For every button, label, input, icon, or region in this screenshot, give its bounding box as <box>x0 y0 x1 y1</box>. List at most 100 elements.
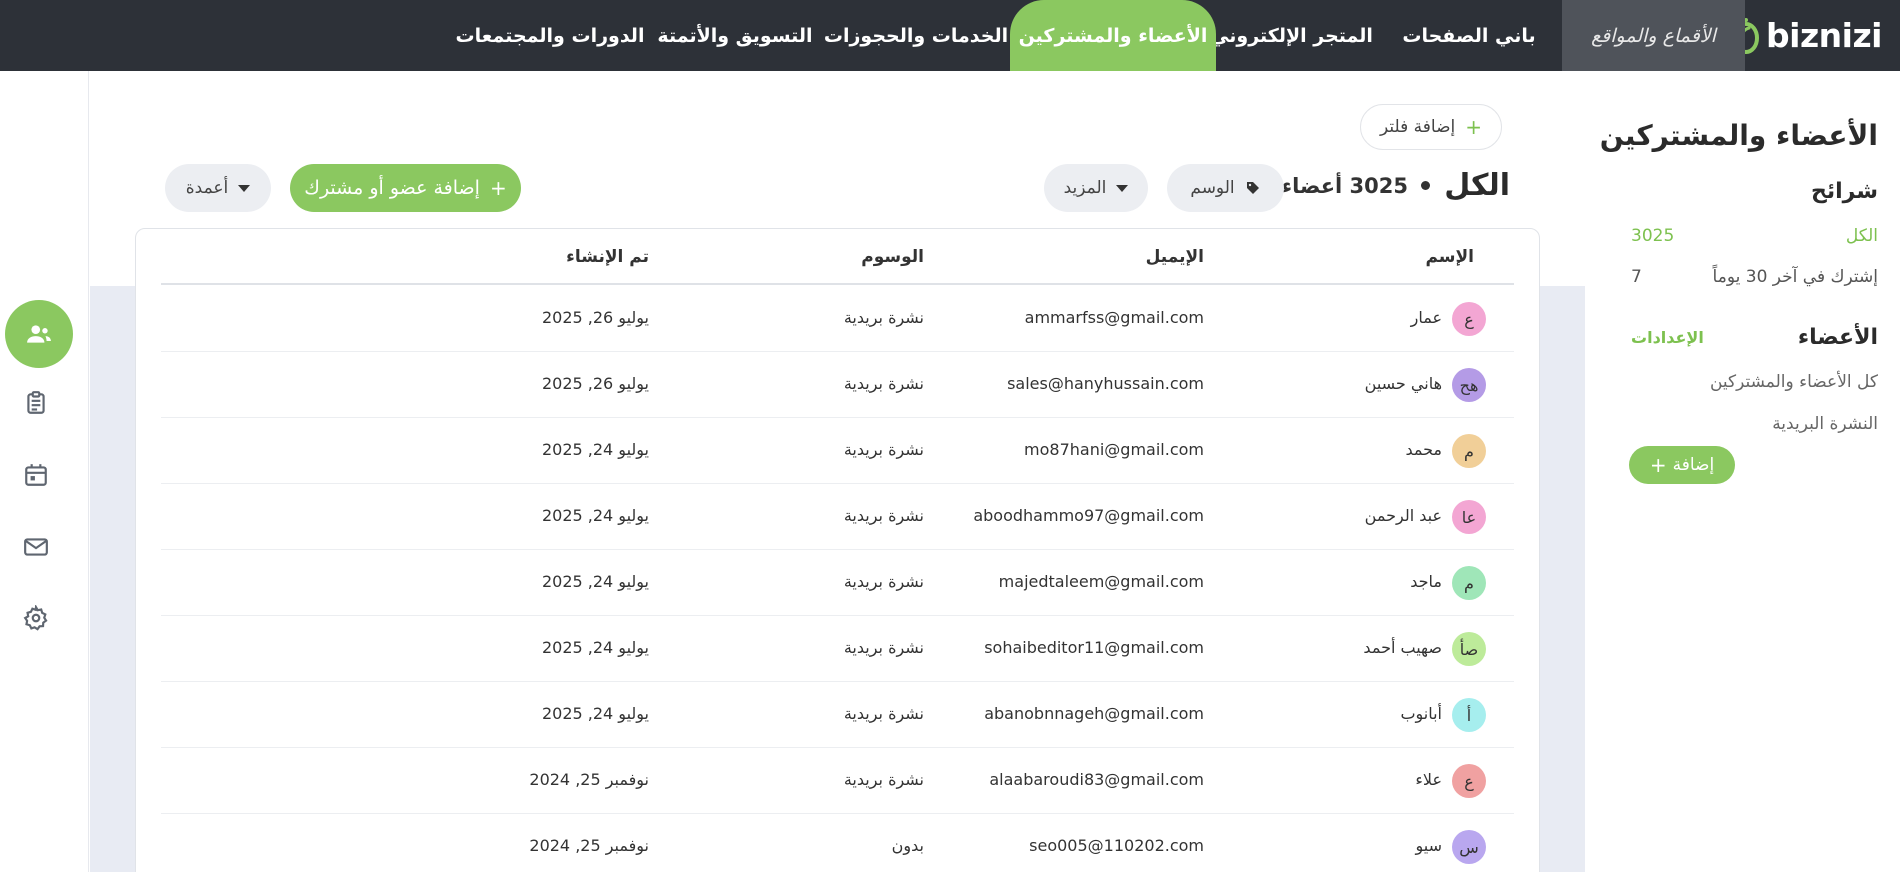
member-created: يوليو 24, 2025 <box>541 704 649 723</box>
table-header: الإسم الإيميل الوسوم تم الإنشاء <box>161 229 1514 285</box>
plus-icon: + <box>1465 115 1483 139</box>
member-name[interactable]: علاء <box>1415 770 1442 789</box>
column-header-tags[interactable]: الوسوم <box>861 247 924 267</box>
members-sidebar: الأعضاء والمشتركين شرائح الكل 3025 إشترك… <box>1585 71 1900 872</box>
member-email: sales@hanyhussain.com <box>1007 374 1204 393</box>
member-tag: نشرة بريدية <box>843 770 924 789</box>
more-dropdown[interactable]: المزيد <box>1044 164 1148 212</box>
member-name[interactable]: محمد <box>1405 440 1442 459</box>
table-row[interactable]: ع علاء alaabaroudi83@gmail.com نشرة بريد… <box>161 748 1514 814</box>
icon-rail <box>0 71 89 872</box>
member-name[interactable]: صهيب أحمد <box>1363 638 1442 657</box>
member-created: نوفمبر 25, 2024 <box>529 770 649 789</box>
member-created: يوليو 24, 2025 <box>541 440 649 459</box>
plus-icon: + <box>1649 453 1667 477</box>
columns-dropdown[interactable]: أعمدة <box>165 164 271 212</box>
tag-filter-label: الوسم <box>1190 178 1235 198</box>
members-settings-link[interactable]: الإعدادات <box>1631 328 1704 347</box>
table-row[interactable]: م ماجد majedtaleem@gmail.com نشرة بريدية… <box>161 550 1514 616</box>
top-navigation: biznizi الأقماع والمواقع باني الصفحات ال… <box>0 0 1900 71</box>
table-row[interactable]: أ أبانوب abanobnnageh@gmail.com نشرة بري… <box>161 682 1514 748</box>
chevron-down-icon <box>238 184 251 192</box>
nav-ecommerce[interactable]: المتجر الإلكتروني <box>1207 0 1376 71</box>
columns-label: أعمدة <box>185 178 229 198</box>
nav-label: الأقماع والمواقع <box>1591 24 1716 47</box>
add-filter-button[interactable]: + إضافة فلتر <box>1360 104 1502 150</box>
table-row[interactable]: م محمد mo87hani@gmail.com نشرة بريدية يو… <box>161 418 1514 484</box>
nav-label: الأعضاء والمشتركين <box>1018 24 1208 47</box>
separator-dot <box>1421 181 1431 190</box>
nav-label: التسويق والأتمتة <box>657 24 813 47</box>
nav-label: باني الصفحات <box>1402 24 1536 47</box>
members-icon[interactable] <box>5 300 73 368</box>
nav-courses-communities[interactable]: الدورات والمجتمعات <box>452 0 648 71</box>
member-name[interactable]: سيو <box>1416 836 1443 855</box>
members-table: الإسم الإيميل الوسوم تم الإنشاء ع عمار a… <box>135 228 1540 872</box>
member-tag: نشرة بريدية <box>843 638 924 657</box>
column-header-created[interactable]: تم الإنشاء <box>566 247 649 267</box>
avatar: م <box>1452 434 1486 468</box>
table-row[interactable]: عا عبد الرحمن aboodhammo97@gmail.com نشر… <box>161 484 1514 550</box>
member-email: sohaibeditor11@gmail.com <box>984 638 1204 657</box>
plus-icon: + <box>489 176 507 200</box>
column-header-email[interactable]: الإيميل <box>1146 247 1204 267</box>
avatar: صأ <box>1452 632 1486 666</box>
avatar: هح <box>1452 368 1486 402</box>
segment-count: 3025 <box>1631 226 1675 246</box>
member-email: alaabaroudi83@gmail.com <box>989 770 1204 789</box>
member-tag: نشرة بريدية <box>843 704 924 723</box>
member-name[interactable]: أبانوب <box>1400 704 1442 723</box>
member-email: seo005@110202.com <box>1029 836 1204 855</box>
table-row[interactable]: صأ صهيب أحمد sohaibeditor11@gmail.com نش… <box>161 616 1514 682</box>
nav-services-bookings[interactable]: الخدمات والحجوزات <box>822 0 1010 71</box>
link-newsletter[interactable]: النشرة البريدية <box>1772 414 1878 434</box>
add-button-label: إضافة <box>1672 455 1715 475</box>
add-member-label: إضافة عضو أو مشترك <box>304 177 480 199</box>
segment-all[interactable]: الكل 3025 <box>1631 222 1878 250</box>
gear-icon[interactable] <box>16 598 56 638</box>
add-filter-label: إضافة فلتر <box>1380 117 1456 137</box>
member-tag: نشرة بريدية <box>843 572 924 591</box>
member-name[interactable]: عبد الرحمن <box>1365 506 1442 525</box>
avatar: أ <box>1452 698 1486 732</box>
member-created: يوليو 24, 2025 <box>541 638 649 657</box>
view-title: الكل <box>1421 168 1510 203</box>
member-name[interactable]: هاني حسين <box>1365 374 1442 393</box>
table-row[interactable]: س سيو seo005@110202.com بدون نوفمبر 25, … <box>161 814 1514 872</box>
calendar-icon[interactable] <box>16 455 56 495</box>
link-all-members[interactable]: كل الأعضاء والمشتركين <box>1710 372 1878 392</box>
segments-heading: شرائح <box>1811 179 1878 204</box>
member-tag: نشرة بريدية <box>843 308 924 327</box>
member-name[interactable]: عمار <box>1411 308 1442 327</box>
sidebar-title: الأعضاء والمشتركين <box>1599 119 1878 152</box>
member-created: يوليو 24, 2025 <box>541 572 649 591</box>
member-email: majedtaleem@gmail.com <box>998 572 1204 591</box>
member-name[interactable]: ماجد <box>1410 572 1442 591</box>
avatar: ع <box>1452 302 1486 336</box>
tag-filter-button[interactable]: الوسم <box>1167 164 1284 212</box>
segment-count: 7 <box>1631 267 1642 287</box>
member-tag: نشرة بريدية <box>843 374 924 393</box>
members-heading: الأعضاء <box>1797 325 1878 350</box>
brand-logo[interactable]: biznizi <box>1732 0 1882 71</box>
add-list-button[interactable]: إضافة + <box>1629 446 1735 484</box>
nav-members-subscribers[interactable]: الأعضاء والمشتركين <box>1010 0 1216 71</box>
segment-label: إشترك في آخر 30 يوماً <box>1712 267 1878 287</box>
member-tag: نشرة بريدية <box>843 506 924 525</box>
nav-funnels-sites[interactable]: الأقماع والمواقع <box>1562 0 1745 71</box>
table-row[interactable]: ع عمار ammarfss@gmail.com نشرة بريدية يو… <box>161 286 1514 352</box>
add-member-button[interactable]: + إضافة عضو أو مشترك <box>290 164 521 212</box>
column-header-name[interactable]: الإسم <box>1425 247 1474 267</box>
segment-last-30-days[interactable]: إشترك في آخر 30 يوماً 7 <box>1631 263 1878 291</box>
clipboard-icon[interactable] <box>16 383 56 423</box>
member-tag: نشرة بريدية <box>843 440 924 459</box>
avatar: ع <box>1452 764 1486 798</box>
chevron-down-icon <box>1116 184 1129 192</box>
nav-marketing-automation[interactable]: التسويق والأتمتة <box>648 0 822 71</box>
nav-label: الدورات والمجتمعات <box>455 24 645 47</box>
mail-icon[interactable] <box>16 527 56 567</box>
nav-label: الخدمات والحجوزات <box>823 24 1009 47</box>
table-row[interactable]: هح هاني حسين sales@hanyhussain.com نشرة … <box>161 352 1514 418</box>
member-tag: بدون <box>891 836 924 855</box>
nav-page-builder[interactable]: باني الصفحات <box>1376 0 1562 71</box>
